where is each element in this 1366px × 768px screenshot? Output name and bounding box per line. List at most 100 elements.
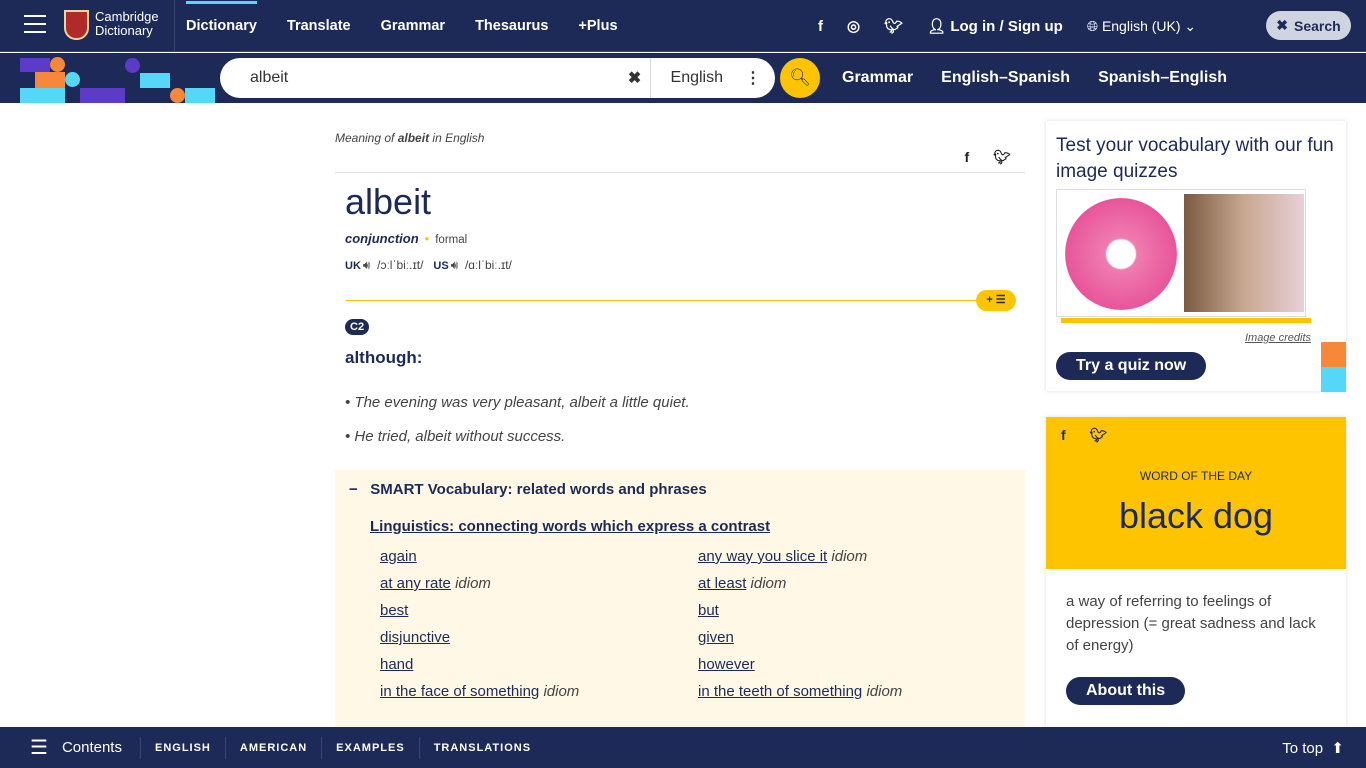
related-word[interactable]: hand — [380, 656, 698, 673]
nav-translate[interactable]: Translate — [287, 18, 351, 34]
word-of-the-day: f 🐦︎ WORD OF THE DAY black dog a way of r… — [1046, 417, 1346, 737]
smart-vocab-toggle[interactable]: − SMART Vocabulary: related words and ph… — [349, 481, 707, 498]
related-word[interactable]: given — [698, 629, 1016, 646]
level-badge: C2 — [345, 319, 370, 335]
related-word-link[interactable]: in the face of something — [380, 683, 539, 700]
related-word[interactable]: again — [380, 548, 698, 565]
example-text: The evening was very pleasant, albeit a … — [354, 394, 690, 411]
quick-links: Grammar English–Spanish Spanish–English — [842, 53, 1227, 103]
more-vertical-icon: ⋮ — [745, 70, 761, 87]
link-grammar[interactable]: Grammar — [842, 69, 913, 87]
related-word-link[interactable]: but — [698, 602, 719, 619]
wotd-label: WORD OF THE DAY — [1139, 469, 1253, 483]
facebook-icon[interactable]: f — [965, 149, 970, 166]
us-label: US — [433, 260, 449, 272]
register-label: formal — [435, 234, 468, 246]
search-button-label: Search — [1294, 17, 1341, 34]
related-word[interactable]: but — [698, 602, 1016, 619]
search-submit-button[interactable]: 🔍︎ — [780, 58, 820, 98]
related-word-link[interactable]: however — [698, 656, 755, 673]
related-word-link[interactable]: again — [380, 548, 417, 565]
example: • He tried, albeit without success. — [345, 428, 566, 445]
smart-vocabulary: − SMART Vocabulary: related words and ph… — [335, 470, 1025, 730]
related-word[interactable]: best — [380, 602, 698, 619]
quiz-image[interactable] — [1056, 189, 1311, 323]
tab-translations[interactable]: TRANSLATIONS — [418, 736, 545, 759]
search-toggle-button[interactable]: ✖ Search — [1266, 11, 1351, 40]
decorative-square — [1321, 367, 1346, 392]
search-icon: 🔍︎ — [789, 68, 811, 87]
example: • The evening was very pleasant, albeit … — [345, 394, 690, 411]
clear-icon[interactable]: ✖ — [620, 68, 650, 88]
uk-label: UK — [345, 260, 361, 272]
twitter-icon[interactable]: 🐦︎ — [884, 17, 903, 35]
related-word[interactable]: at any rate idiom — [380, 575, 698, 592]
try-quiz-button[interactable]: Try a quiz now — [1056, 352, 1207, 380]
related-word-link[interactable]: in the teeth of something — [698, 683, 862, 700]
uk-ipa: /ɔːlˈbiː.ɪt/ — [377, 258, 424, 272]
close-icon: ✖ — [1276, 17, 1289, 33]
related-word-link[interactable]: any way you slice it — [698, 548, 827, 565]
speaker-icon[interactable]: 🔊︎ — [363, 258, 371, 272]
nav-dictionary[interactable]: Dictionary — [186, 1, 257, 34]
meaning-suffix: in English — [429, 131, 485, 145]
twitter-icon[interactable]: 🐦︎ — [1090, 427, 1108, 444]
share-icons: f 🐦︎ — [965, 149, 1011, 166]
twitter-icon[interactable]: 🐦︎ — [993, 149, 1011, 166]
related-word[interactable]: at least idiom — [698, 575, 1016, 592]
related-word[interactable]: disjunctive — [380, 629, 698, 646]
add-to-wordlist-button[interactable]: + ☰ — [976, 290, 1016, 311]
meaning-caption: Meaning of albeit in English — [335, 131, 1025, 145]
arrow-up-icon: ⬆ — [1331, 739, 1344, 757]
related-word[interactable]: any way you slice it idiom — [698, 548, 1016, 565]
meaning-prefix: Meaning of — [335, 131, 398, 145]
menu-icon[interactable] — [24, 15, 46, 33]
related-word-link[interactable]: hand — [380, 656, 413, 673]
definition: although: — [345, 348, 423, 367]
word-type: idiom — [866, 683, 903, 700]
related-word-link[interactable]: best — [380, 602, 408, 619]
tab-examples[interactable]: EXAMPLES — [321, 736, 419, 759]
dataset-select[interactable]: English ⋮ — [649, 58, 775, 98]
divider — [335, 172, 1025, 173]
nav-plus[interactable]: +Plus — [578, 18, 617, 34]
related-word[interactable]: in the teeth of something idiom — [698, 683, 1016, 700]
link-spanish-english[interactable]: Spanish–English — [1098, 69, 1227, 87]
related-word-link[interactable]: at any rate — [380, 575, 451, 592]
top-header: Cambridge Dictionary Dictionary Translate… — [0, 0, 1366, 52]
quiz-panel: Test your vocabulary with our fun image … — [1046, 121, 1346, 391]
nav-thesaurus[interactable]: Thesaurus — [475, 18, 548, 34]
facebook-icon[interactable]: f — [1061, 427, 1066, 444]
link-english-spanish[interactable]: English–Spanish — [941, 69, 1070, 87]
facebook-icon[interactable]: f — [818, 18, 823, 35]
nav-grammar[interactable]: Grammar — [381, 18, 445, 34]
contents-button[interactable]: ☰ Contents — [0, 735, 140, 760]
speaker-icon[interactable]: 🔊︎ — [451, 258, 459, 272]
language-label: English (UK) — [1101, 17, 1181, 34]
language-select[interactable]: 🌐︎ English (UK) ⌄ — [1087, 18, 1196, 35]
instagram-icon[interactable]: ◎ — [847, 17, 860, 35]
logo-line-1: Cambridge — [95, 9, 159, 24]
to-top-button[interactable]: To top ⬆ — [1282, 739, 1344, 757]
image-accent — [1061, 318, 1311, 323]
related-word[interactable]: however — [698, 656, 1016, 673]
login-link[interactable]: 👤︎ Log in / Sign up — [927, 17, 1063, 35]
related-word-link[interactable]: at least — [698, 575, 746, 592]
user-icon: 👤︎ — [927, 18, 947, 35]
related-word-link[interactable]: given — [698, 629, 734, 646]
search-input[interactable]: albeit — [250, 68, 620, 88]
smart-vocab-topic[interactable]: Linguistics: connecting words which expr… — [370, 518, 770, 535]
related-word[interactable]: in the face of something idiom — [380, 683, 698, 700]
logo-line-2: Dictionary — [95, 23, 153, 38]
word-type: idiom — [750, 575, 787, 592]
logo[interactable]: Cambridge Dictionary — [64, 10, 159, 40]
about-this-button[interactable]: About this — [1066, 677, 1186, 705]
tab-american[interactable]: AMERICAN — [224, 736, 321, 759]
wotd-word[interactable]: black dog — [1046, 495, 1346, 537]
part-of-speech: conjunction • formal — [345, 231, 1025, 246]
entry: Meaning of albeit in English f 🐦︎ albeit … — [335, 103, 1025, 730]
image-credits-link[interactable]: Image credits — [1245, 332, 1311, 344]
tab-english[interactable]: ENGLISH — [139, 736, 225, 759]
related-word-link[interactable]: disjunctive — [380, 629, 450, 646]
word-type: idiom — [831, 548, 868, 565]
